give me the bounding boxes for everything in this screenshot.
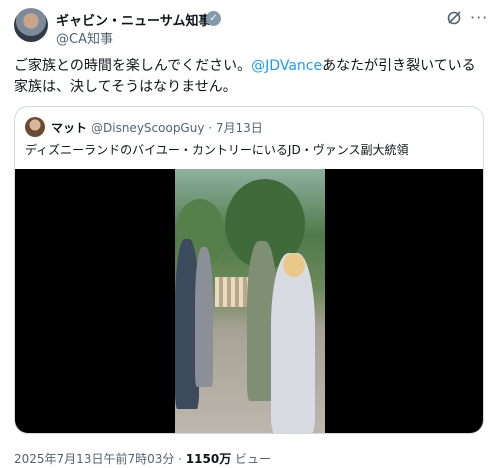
views-count: 1150万 [185, 452, 232, 466]
quoted-tweet[interactable]: マット @DisneyScoopGuy · 7月13日 ディズニーランドのバイユ… [14, 106, 484, 434]
timestamp[interactable]: 2025年7月13日午前7時03分 · [14, 452, 186, 466]
more-icon[interactable]: ··· [470, 8, 488, 27]
mention-link[interactable]: @JDVance [251, 58, 322, 74]
video-frame [175, 169, 325, 433]
person-shape [271, 253, 315, 433]
quoted-avatar[interactable] [25, 117, 45, 137]
quoted-text: ディズニーランドのバイユー・カントリーにいるJD・ヴァンス副大統領 [25, 143, 409, 157]
person-shape [195, 247, 213, 387]
tweet-text-part: ご家族との時間を楽しんでください。 [14, 58, 252, 74]
views-label: ビュー [231, 452, 272, 466]
grok-icon[interactable] [446, 10, 462, 26]
verified-badge-icon: ✓ [206, 11, 221, 26]
quoted-handle-date[interactable]: @DisneyScoopGuy · 7月13日 [91, 119, 263, 136]
tweet-meta: 2025年7月13日午前7時03分 · 1150万 ビュー [14, 450, 271, 467]
tweet-text: ご家族との時間を楽しんでください。@JDVanceあなたが引き裂いている家族は、… [14, 56, 484, 98]
video-player[interactable] [15, 169, 483, 433]
person-shape [283, 253, 305, 277]
author-name[interactable]: ギャビン・ニューサム知事 [56, 10, 211, 29]
author-handle[interactable]: @CA知事 [56, 28, 113, 47]
author-avatar[interactable] [14, 8, 48, 42]
quoted-author-name[interactable]: マット [51, 119, 87, 136]
